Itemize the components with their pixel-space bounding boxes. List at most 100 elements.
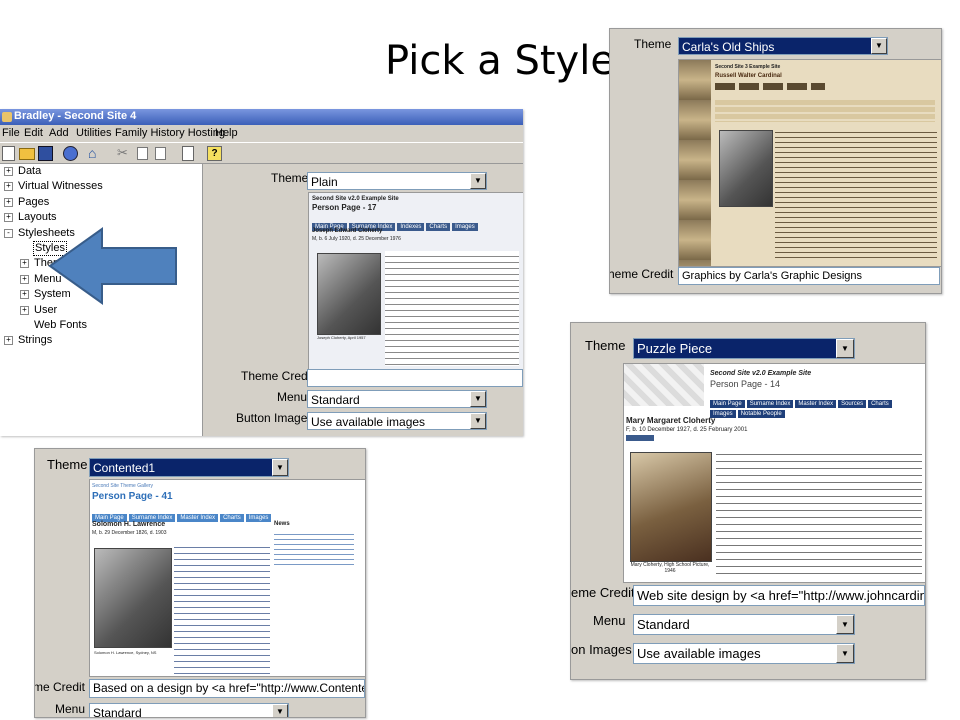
theme-select-value: Plain — [311, 175, 338, 189]
carla-body-text — [775, 128, 937, 262]
open-icon[interactable] — [19, 148, 35, 160]
preview-nav-button[interactable]: Images — [452, 223, 478, 231]
expand-icon[interactable]: + — [4, 336, 13, 346]
contented-site-title: Second Site Theme Gallery — [92, 483, 154, 489]
dropdown-arrow-icon[interactable]: ▼ — [836, 615, 854, 634]
tree-item-label: Virtual Witnesses — [18, 180, 103, 193]
menu-edit[interactable]: Edit — [24, 125, 43, 141]
contented-credit-field[interactable]: Based on a design by <a href="http://www… — [89, 679, 365, 698]
tree-item-virtual-witnesses[interactable]: + Virtual Witnesses — [0, 179, 202, 194]
puzzle-menu-value: Standard — [637, 617, 690, 632]
puzzle-nav-row2: Images Notable People — [710, 402, 925, 420]
toolbar: ⌂ ✂ ? — [0, 142, 523, 164]
dropdown-arrow-icon[interactable]: ▼ — [871, 38, 887, 54]
expand-icon[interactable]: + — [4, 197, 13, 207]
window-title: Bradley - Second Site 4 — [14, 110, 137, 122]
carla-credit-field[interactable]: Graphics by Carla's Graphic Designs — [678, 267, 940, 285]
collapse-icon[interactable]: - — [4, 228, 13, 238]
home-icon[interactable]: ⌂ — [88, 145, 96, 161]
tree-item-layouts[interactable]: + Layouts — [0, 210, 202, 225]
preview-nav-button[interactable]: Images — [245, 514, 272, 522]
carla-site-title: Second Site 3 Example Site — [715, 64, 781, 70]
contented-theme-panel: Theme Contented1 ▼ Second Site Theme Gal… — [34, 448, 366, 718]
menu-utilities[interactable]: Utilities — [76, 125, 111, 141]
expand-icon[interactable]: + — [4, 167, 13, 176]
puzzle-menu-label: Menu — [593, 613, 626, 628]
expand-icon[interactable]: + — [4, 213, 13, 223]
theme-credit-field[interactable] — [307, 369, 523, 387]
tree-item-pages[interactable]: + Pages — [0, 195, 202, 210]
dropdown-arrow-icon[interactable]: ▼ — [470, 173, 486, 189]
page-icon[interactable] — [182, 146, 194, 161]
tree-item-label: Web Fonts — [34, 318, 87, 331]
dropdown-arrow-icon[interactable]: ▼ — [836, 644, 854, 663]
carla-theme-select[interactable]: Carla's Old Ships ▼ — [678, 37, 888, 55]
dropdown-arrow-icon[interactable]: ▼ — [272, 459, 288, 476]
cut-icon[interactable]: ✂ — [117, 145, 128, 161]
tree-item-label: Layouts — [18, 211, 57, 224]
carla-credit-label: heme Credit — [609, 267, 674, 281]
puzzle-credit-field[interactable]: Web site design by <a href="http://www.j… — [633, 585, 925, 606]
contented-person-photo — [94, 548, 172, 648]
dropdown-arrow-icon[interactable]: ▼ — [470, 391, 486, 407]
expand-icon[interactable]: + — [4, 182, 13, 192]
dropdown-arrow-icon[interactable]: ▼ — [470, 413, 486, 429]
paste-icon[interactable] — [155, 147, 166, 160]
expand-icon[interactable]: + — [20, 274, 29, 284]
tree-item-strings[interactable]: + Strings — [0, 333, 202, 348]
pop-up-button[interactable] — [626, 435, 654, 441]
contented-news-list — [274, 530, 354, 566]
puzzle-menu-select[interactable]: Standard ▼ — [633, 614, 855, 635]
menu-help[interactable]: Help — [215, 125, 238, 141]
contented-menu-select[interactable]: Standard ▼ — [89, 703, 289, 717]
puzzle-theme-select[interactable]: Puzzle Piece ▼ — [633, 338, 855, 359]
carla-nav — [715, 83, 825, 90]
contented-theme-select[interactable]: Contented1 ▼ — [89, 458, 289, 477]
menu-family-history-hosting[interactable]: Family History Hosting — [115, 125, 225, 141]
carla-theme-label: Theme — [634, 37, 672, 51]
preview-nav-button[interactable]: Charts — [426, 223, 451, 231]
expand-icon[interactable]: + — [20, 290, 29, 300]
puzzle-theme-preview: Second Site v2.0 Example Site Person Pag… — [623, 363, 925, 583]
contented-theme-preview: Second Site Theme Gallery Person Page - … — [89, 479, 365, 677]
person-photo — [317, 253, 381, 335]
contented-news-heading: News — [274, 521, 290, 527]
preview-person-dates: M, b. 6 July 1920, d. 25 December 1976 — [312, 236, 401, 242]
contented-body-text — [174, 542, 270, 674]
app-icon — [2, 112, 12, 122]
settings-icon[interactable] — [63, 146, 78, 161]
tree-item-web-fonts[interactable]: Web Fonts — [0, 318, 202, 333]
expand-icon[interactable]: + — [20, 305, 29, 315]
preview-nav-button[interactable]: Charts — [220, 514, 244, 522]
menu-add[interactable]: Add — [49, 125, 69, 141]
carla-theme-panel: Theme Carla's Old Ships ▼ Second Site 3 … — [609, 28, 942, 294]
help-icon[interactable]: ? — [207, 146, 222, 161]
ship-sidebar — [679, 60, 711, 266]
new-icon[interactable] — [2, 146, 15, 161]
puzzle-body-text — [716, 448, 922, 580]
puzzle-button-images-select[interactable]: Use available images ▼ — [633, 643, 855, 664]
preview-nav-button[interactable]: Notable People — [737, 410, 785, 418]
preview-nav-button[interactable]: Master Index — [177, 514, 219, 522]
preview-body-text — [385, 251, 519, 366]
theme-select[interactable]: Plain ▼ — [307, 172, 487, 190]
puzzle-person-dates: F, b. 10 December 1927, d. 25 February 2… — [626, 427, 748, 433]
carla-theme-value: Carla's Old Ships — [682, 40, 775, 54]
puzzle-photo-caption: Mary Cloherty, High School Picture, 1946 — [630, 562, 710, 574]
puzzle-credit-label: eme Credit — [571, 585, 635, 600]
puzzle-person-photo — [630, 452, 712, 562]
copy-icon[interactable] — [137, 147, 148, 160]
dropdown-arrow-icon[interactable]: ▼ — [836, 339, 854, 358]
button-images-select[interactable]: Use available images ▼ — [307, 412, 487, 430]
button-images-select-value: Use available images — [311, 415, 426, 429]
button-images-label: Button Images — [236, 411, 314, 425]
preview-site-title: Second Site v2.0 Example Site — [312, 196, 399, 202]
menu-file[interactable]: File — [2, 125, 20, 141]
expand-icon[interactable]: + — [20, 259, 29, 269]
tree-item-data[interactable]: + Data — [0, 164, 202, 179]
dropdown-arrow-icon[interactable]: ▼ — [272, 704, 288, 717]
preview-nav-button[interactable]: Indexes — [397, 223, 425, 231]
puzzle-person-name: Mary Margaret Cloherty — [626, 416, 716, 425]
save-icon[interactable] — [38, 146, 53, 161]
menu-select[interactable]: Standard ▼ — [307, 390, 487, 408]
